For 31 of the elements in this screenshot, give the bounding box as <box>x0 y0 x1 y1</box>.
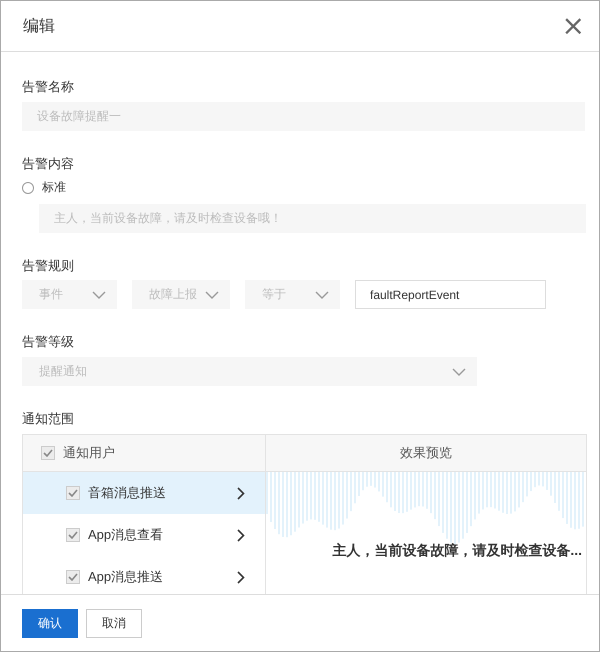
field-label: 告警规则 <box>22 257 75 275</box>
chevron-down-icon <box>315 290 329 298</box>
channel-label: App消息推送 <box>88 568 164 586</box>
field-label: 告警内容 <box>22 155 75 173</box>
chevron-right-icon <box>237 486 245 500</box>
chevron-down-icon <box>452 368 466 376</box>
channel-label: 音箱消息推送 <box>88 484 167 502</box>
field-label: 告警名称 <box>22 78 75 96</box>
cancel-button[interactable]: 取消 <box>86 608 142 638</box>
radio-label: 标准 <box>42 179 66 196</box>
event-field[interactable]: faultReportEvent <box>355 280 546 309</box>
field-label: 告警等级 <box>22 333 75 351</box>
confirm-button[interactable]: 确认 <box>22 608 78 638</box>
checkbox[interactable] <box>66 486 80 500</box>
preview-text: 主人，当前设备故障，请及时检查设备... <box>331 542 582 560</box>
column-header: 效果预览 <box>400 444 452 462</box>
checkbox[interactable] <box>66 570 80 584</box>
channel-row[interactable]: 音箱消息推送 <box>23 472 265 514</box>
channel-row[interactable]: App消息查看 <box>23 514 265 556</box>
dialog-title: 编辑 <box>23 16 55 36</box>
close-button[interactable]: × <box>560 12 587 40</box>
chevron-right-icon <box>237 528 245 542</box>
channel-row[interactable]: App消息推送 <box>23 556 265 594</box>
field-label: 通知范围 <box>22 410 75 428</box>
channel-label: App消息查看 <box>88 526 164 544</box>
checkbox[interactable] <box>66 528 80 542</box>
chevron-down-icon <box>205 290 219 298</box>
chevron-right-icon <box>237 570 245 584</box>
checkbox[interactable] <box>41 446 55 460</box>
column-header: 通知用户 <box>63 444 115 462</box>
chevron-down-icon <box>92 290 106 298</box>
